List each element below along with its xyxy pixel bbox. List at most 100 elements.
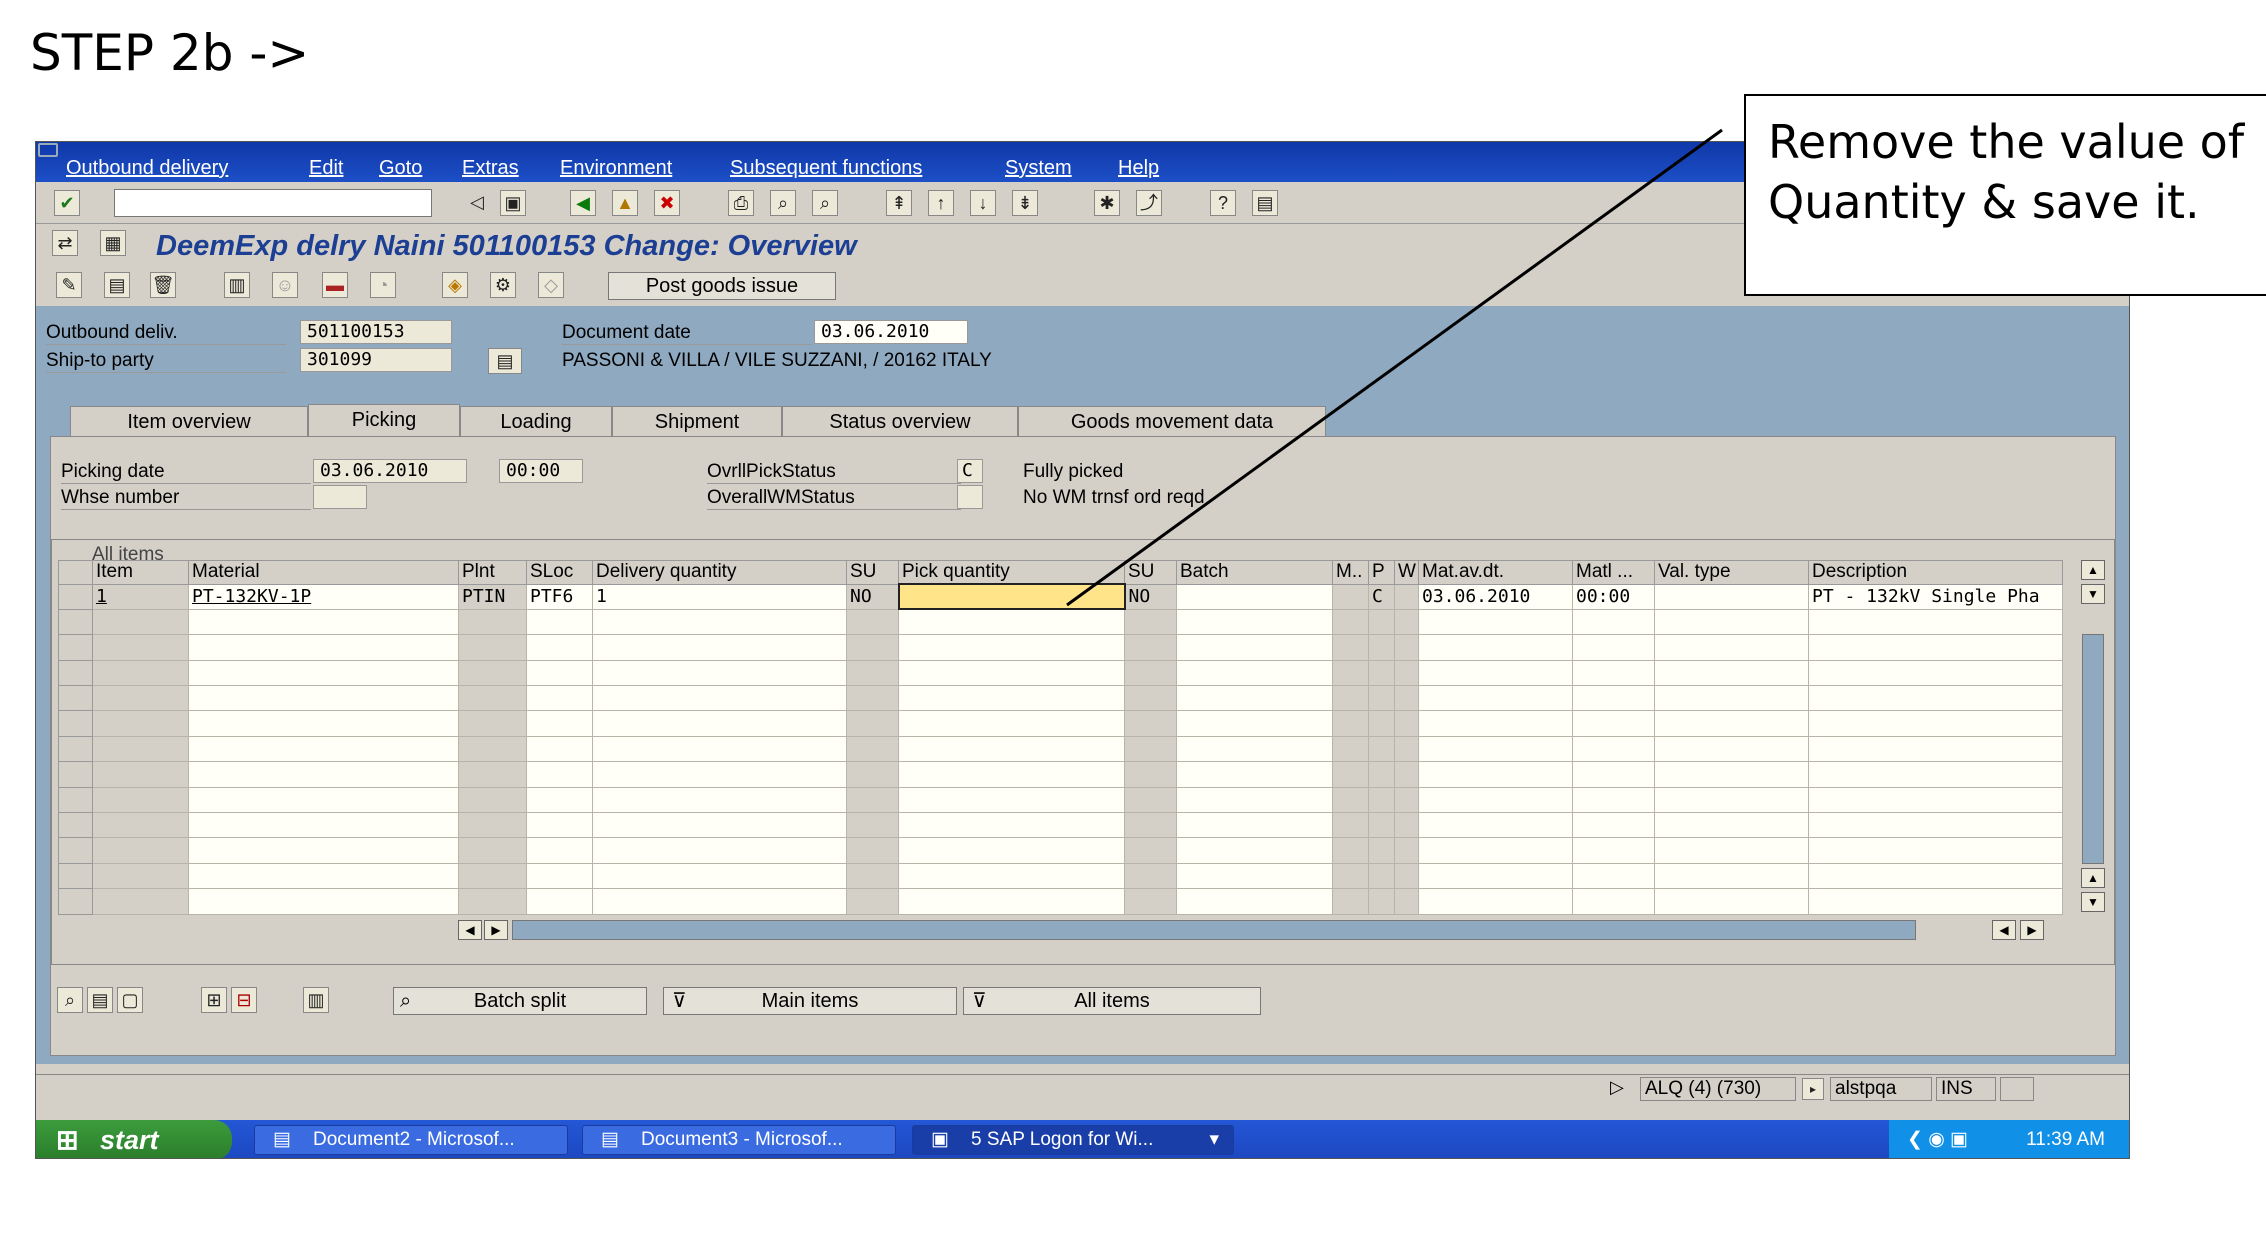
table-cell-empty[interactable] — [1394, 634, 1419, 661]
table-cell-empty[interactable] — [1418, 685, 1573, 712]
table-cell-empty[interactable] — [1368, 710, 1395, 737]
table-cell-empty[interactable] — [1572, 862, 1655, 890]
table-cell-empty[interactable] — [1418, 761, 1573, 788]
col-description[interactable]: Description — [1808, 560, 2063, 585]
table-cell-empty[interactable] — [1368, 837, 1395, 864]
table-cell-empty[interactable] — [1124, 710, 1177, 737]
table-cell-empty[interactable] — [592, 761, 847, 788]
picking-date-field[interactable]: 03.06.2010 — [313, 459, 467, 483]
system-info[interactable]: ALQ (4) (730) — [1640, 1077, 1796, 1101]
menu-environment[interactable]: Environment — [560, 157, 672, 180]
deselect-all-icon[interactable]: ▢ — [117, 987, 143, 1013]
table-cell-empty[interactable] — [1332, 608, 1369, 636]
address-icon[interactable]: ▤ — [488, 348, 522, 374]
cell-description[interactable]: PT - 132kV Single Pha — [1808, 583, 2063, 610]
table-cell-empty[interactable] — [58, 710, 93, 737]
table-cell-empty[interactable] — [526, 862, 593, 890]
table-cell-empty[interactable] — [592, 685, 847, 712]
table-cell-empty[interactable] — [458, 634, 527, 661]
table-cell-empty[interactable] — [1332, 710, 1369, 737]
table-cell-empty[interactable] — [92, 761, 189, 788]
shortcut-icon[interactable]: ⤴ — [1136, 190, 1162, 216]
start-button[interactable]: ⊞ start — [36, 1120, 232, 1158]
col-item[interactable]: Item — [92, 560, 189, 585]
table-cell-empty[interactable] — [1654, 837, 1809, 864]
scroll-up-icon[interactable]: ▲ — [2081, 560, 2105, 580]
table-cell-empty[interactable] — [92, 659, 189, 687]
sap-menu-icon[interactable] — [38, 143, 58, 157]
display-change-icon[interactable]: ▦ — [100, 230, 126, 256]
table-cell-empty[interactable] — [1368, 659, 1395, 687]
table-cell-empty[interactable] — [188, 837, 459, 864]
table-cell-empty[interactable] — [458, 862, 527, 890]
table-cell-empty[interactable] — [1418, 634, 1573, 661]
find-icon[interactable]: ⌕ — [770, 190, 796, 216]
table-cell-empty[interactable] — [592, 659, 847, 687]
warehouse-number-field[interactable] — [313, 485, 367, 509]
table-cell-empty[interactable] — [1124, 608, 1177, 636]
table-cell-empty[interactable] — [58, 608, 93, 636]
insert-mode[interactable]: INS — [1936, 1077, 1996, 1101]
scroll-track[interactable] — [2082, 634, 2104, 864]
batch-split-button[interactable]: ⌕ Batch split — [393, 987, 647, 1015]
enter-icon[interactable]: ✔ — [54, 190, 80, 216]
picking-time-field[interactable]: 00:00 — [499, 459, 583, 483]
table-cell-empty[interactable] — [898, 685, 1125, 712]
table-cell-empty[interactable] — [1394, 888, 1419, 915]
table-cell-empty[interactable] — [1368, 786, 1395, 814]
table-cell-empty[interactable] — [1368, 634, 1395, 661]
table-cell-empty[interactable] — [188, 710, 459, 737]
task-document2[interactable]: ▤ Document2 - Microsof... — [254, 1125, 568, 1155]
table-cell-empty[interactable] — [1808, 761, 2063, 788]
table-cell-empty[interactable] — [592, 837, 847, 864]
first-page-icon[interactable]: ⇞ — [886, 190, 912, 216]
table-cell-empty[interactable] — [1572, 634, 1655, 661]
tab-loading[interactable]: Loading — [460, 406, 612, 436]
table-cell-empty[interactable] — [1176, 812, 1333, 839]
col-m[interactable]: M.. — [1332, 560, 1369, 585]
header-icon[interactable]: ▤ — [104, 272, 130, 298]
table-cell-empty[interactable] — [1654, 710, 1809, 737]
table-cell-empty[interactable] — [1654, 761, 1809, 788]
menu-system[interactable]: System — [1005, 157, 1072, 180]
table-cell-empty[interactable] — [58, 735, 93, 763]
table-cell-empty[interactable] — [592, 608, 847, 636]
table-cell-empty[interactable] — [1572, 735, 1655, 763]
next-page-icon[interactable]: ↓ — [970, 190, 996, 216]
table-cell-empty[interactable] — [92, 735, 189, 763]
table-cell-empty[interactable] — [1808, 710, 2063, 737]
tab-picking[interactable]: Picking — [308, 404, 460, 436]
table-cell-empty[interactable] — [846, 710, 899, 737]
pick-quantity-input[interactable] — [897, 582, 1126, 611]
table-cell-empty[interactable] — [58, 761, 93, 788]
menu-outbound-delivery[interactable]: Outbound delivery — [66, 157, 228, 180]
table-cell-empty[interactable] — [592, 888, 847, 915]
table-cell-empty[interactable] — [1394, 761, 1419, 788]
edit-pencil-icon[interactable]: ✎ — [56, 272, 82, 298]
table-cell-empty[interactable] — [92, 634, 189, 661]
table-cell-empty[interactable] — [1124, 685, 1177, 712]
table-cell-empty[interactable] — [1176, 735, 1333, 763]
table-cell-empty[interactable] — [526, 608, 593, 636]
col-su[interactable]: SU — [846, 560, 899, 585]
table-cell-empty[interactable] — [1418, 812, 1573, 839]
table-cell-empty[interactable] — [1124, 659, 1177, 687]
table-cell-empty[interactable] — [1394, 608, 1419, 636]
table-cell-empty[interactable] — [58, 862, 93, 890]
table-cell-empty[interactable] — [846, 761, 899, 788]
table-cell-empty[interactable] — [1394, 659, 1419, 687]
task-sap-logon[interactable]: ▣ 5 SAP Logon for Wi... ▾ — [912, 1125, 1234, 1155]
table-cell-empty[interactable] — [1176, 761, 1333, 788]
table-cell-empty[interactable] — [846, 812, 899, 839]
table-cell-empty[interactable] — [1394, 685, 1419, 712]
scroll-left-icon[interactable]: ◀ — [458, 920, 482, 940]
table-cell-empty[interactable] — [1176, 862, 1333, 890]
menu-help[interactable]: Help — [1118, 157, 1159, 180]
table-cell-empty[interactable] — [1808, 659, 2063, 687]
table-cell-empty[interactable] — [458, 685, 527, 712]
table-cell-empty[interactable] — [1332, 634, 1369, 661]
layout-menu-icon[interactable]: ▤ — [1252, 190, 1278, 216]
deadline-icon[interactable]: ◔ — [370, 272, 396, 298]
table-cell-empty[interactable] — [92, 837, 189, 864]
col-p[interactable]: P — [1368, 560, 1395, 585]
